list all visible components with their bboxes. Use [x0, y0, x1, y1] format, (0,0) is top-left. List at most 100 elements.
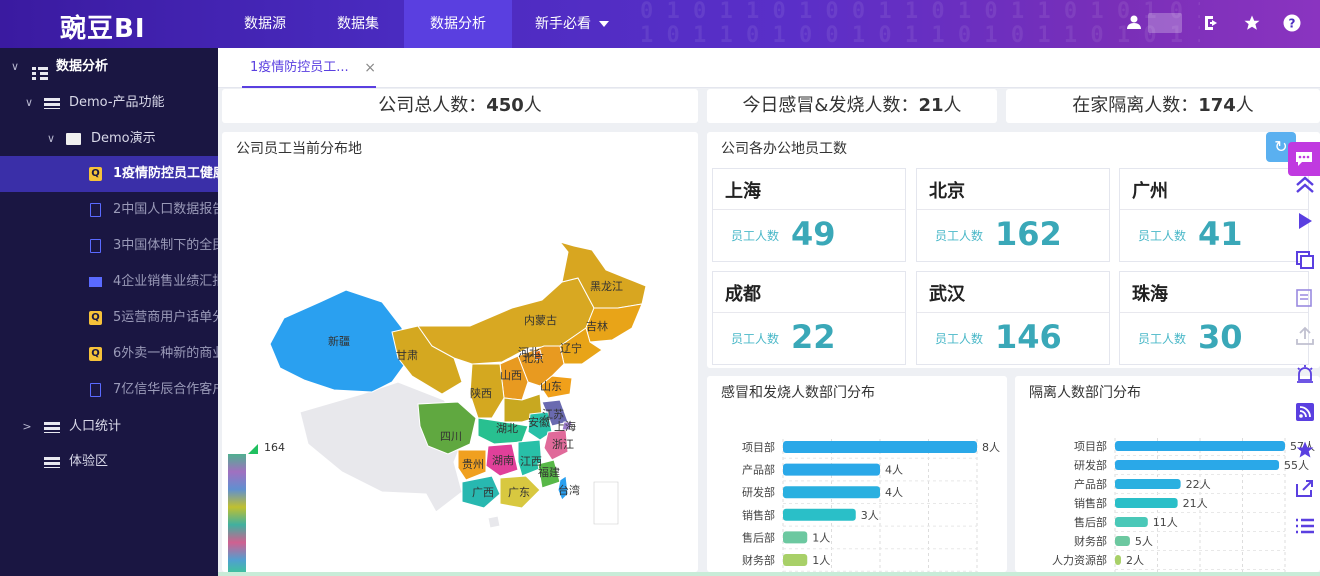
office-name: 武汉	[929, 284, 965, 305]
office-label: 员工人数	[1138, 332, 1187, 346]
value-label: 4人	[885, 486, 903, 499]
office-card-beijing: 北京 员工人数 162	[916, 168, 1110, 262]
nav-guide[interactable]: 新手必看	[512, 0, 632, 48]
sidebar-item-label: 体验区	[69, 454, 109, 469]
office-label: 员工人数	[731, 229, 780, 243]
bar[interactable]	[1115, 441, 1285, 451]
chevron-down-icon[interactable]: ∨	[24, 86, 34, 120]
sidebar-item-label: 6外卖一种新的商业	[113, 346, 218, 361]
office-card-guangzhou: 广州 员工人数 41	[1119, 168, 1309, 262]
report-icon	[44, 457, 60, 468]
kpi-value: 450	[486, 95, 524, 116]
collapse-up-icon[interactable]	[1294, 176, 1316, 198]
office-value: 30	[1198, 318, 1243, 356]
sidebar-item-label: 1疫情防控员工健康管理	[113, 166, 218, 181]
map-label: 辽宁	[560, 341, 582, 355]
sidebar-item-report-6[interactable]: Q 6外卖一种新的商业	[0, 337, 218, 371]
chevron-down-icon[interactable]: ∨	[46, 122, 56, 156]
sidebar-item-report-5[interactable]: Q 5运营商用户话单分析	[0, 301, 218, 335]
list-icon[interactable]	[1294, 516, 1316, 538]
china-map[interactable]: 新疆甘肃内蒙古黑龙江吉林辽宁河北北京山西山东陕西江苏安徽 上海湖北四川浙江贵州 湖南…	[222, 132, 698, 572]
bar[interactable]	[1115, 498, 1178, 508]
category-label: 研发部	[1074, 458, 1107, 472]
alarm-icon[interactable]	[1294, 364, 1316, 386]
map-label: 内蒙古	[524, 313, 557, 327]
sidebar-item-report-3[interactable]: 3中国体制下的全民	[0, 229, 218, 263]
value-label: 4人	[885, 464, 903, 477]
star-icon[interactable]	[1294, 440, 1316, 462]
bar[interactable]	[783, 531, 808, 544]
kpi-total-staff: 公司总人数：450人	[222, 89, 698, 123]
chevron-down-icon[interactable]: ∨	[10, 50, 20, 84]
sidebar-item-population[interactable]: > 人口统计	[0, 410, 218, 444]
office-label: 员工人数	[935, 332, 984, 346]
sidebar-item-label: Demo演示	[91, 131, 156, 146]
bar[interactable]	[1115, 517, 1148, 527]
tab-report-1[interactable]: 1疫情防控员工... ×	[242, 48, 376, 88]
settings-doc-icon[interactable]	[1294, 288, 1316, 310]
sidebar-item-label: 人口统计	[69, 419, 122, 434]
map-region-hainan	[487, 515, 501, 529]
category-label: 销售部	[1074, 496, 1107, 510]
star-icon[interactable]	[1242, 14, 1262, 34]
category-label: 财务部	[1074, 534, 1107, 548]
sidebar: ∨ 数据分析 ∨ Demo-产品功能 ∨ Demo演示 Q 1疫情防控员工健康管…	[0, 48, 218, 576]
nav-dataset[interactable]: 数据集	[312, 0, 404, 48]
export-icon[interactable]	[1294, 326, 1316, 348]
help-icon[interactable]: ?	[1282, 14, 1302, 34]
sidebar-item-demo-features[interactable]: ∨ Demo-产品功能	[0, 86, 218, 120]
share-icon[interactable]	[1294, 478, 1316, 500]
nav-datasource[interactable]: 数据源	[218, 0, 312, 48]
category-label: 研发部	[742, 485, 775, 499]
office-name: 上海	[725, 181, 761, 202]
sidebar-item-demo-show[interactable]: ∨ Demo演示	[0, 122, 218, 156]
sidebar-item-report-1[interactable]: Q 1疫情防控员工健康管理	[0, 156, 218, 192]
office-name: 北京	[929, 181, 965, 202]
close-icon[interactable]: ×	[364, 48, 376, 88]
kpi-unit: 人	[523, 95, 542, 116]
bar[interactable]	[1115, 555, 1121, 565]
user-icon[interactable]	[1124, 14, 1144, 34]
bar[interactable]	[783, 463, 880, 476]
username[interactable]	[1148, 13, 1182, 33]
sidebar-item-trial[interactable]: 体验区	[0, 445, 218, 479]
bar[interactable]	[783, 554, 808, 566]
sidebar-item-report-4[interactable]: 4企业销售业绩汇报	[0, 265, 218, 299]
nav-data-analysis[interactable]: 数据分析	[404, 0, 512, 48]
tab-bar: 1疫情防控员工... ×	[218, 48, 1320, 88]
copy-icon[interactable]	[1294, 250, 1316, 272]
sidebar-item-label: 4企业销售业绩汇报	[113, 274, 218, 289]
document-icon	[90, 383, 101, 397]
office-value: 41	[1198, 215, 1243, 253]
rss-icon[interactable]	[1294, 402, 1316, 424]
sidebar-item-report-2[interactable]: 2中国人口数据报告	[0, 193, 218, 227]
sidebar-item-report-7[interactable]: 7亿信华辰合作客户	[0, 373, 218, 407]
category-label: 售后部	[1074, 515, 1107, 529]
binary-pattern: 0 1 0 1 1 0 1 0 0 1 1 0 1 0 1 1 0 1 0 1 …	[640, 0, 1200, 48]
logout-icon[interactable]	[1202, 14, 1222, 34]
bar[interactable]	[783, 508, 856, 521]
query-icon: Q	[89, 167, 102, 181]
chevron-right-icon[interactable]: >	[22, 410, 32, 444]
bar[interactable]	[783, 441, 977, 453]
value-label: 3人	[861, 509, 879, 522]
sidebar-item-label: 2中国人口数据报告	[113, 202, 218, 217]
play-icon[interactable]	[1294, 212, 1316, 234]
office-card-zhuhai: 珠海 员工人数 30	[1119, 271, 1309, 365]
category-label: 财务部	[742, 553, 775, 567]
top-bar: 0 1 0 1 1 0 1 0 0 1 1 0 1 0 1 1 0 1 0 1 …	[0, 0, 1320, 48]
office-name: 成都	[725, 284, 761, 305]
bar[interactable]	[1115, 536, 1130, 546]
sidebar-item-data-analysis[interactable]: ∨ 数据分析	[0, 50, 218, 84]
report-icon	[44, 98, 60, 109]
map-label: 贵州	[462, 458, 484, 471]
kpi-label: 今日感冒&发烧人数：	[742, 95, 919, 116]
bar[interactable]	[783, 486, 880, 499]
value-label: 11人	[1153, 516, 1178, 529]
bar[interactable]	[1115, 460, 1280, 470]
category-label: 售后部	[742, 530, 775, 544]
bar[interactable]	[1115, 479, 1181, 489]
kpi-fever-today: 今日感冒&发烧人数：21人	[707, 89, 997, 123]
svg-text:?: ?	[1289, 17, 1296, 31]
category-label: 人力资源部	[1052, 553, 1107, 567]
